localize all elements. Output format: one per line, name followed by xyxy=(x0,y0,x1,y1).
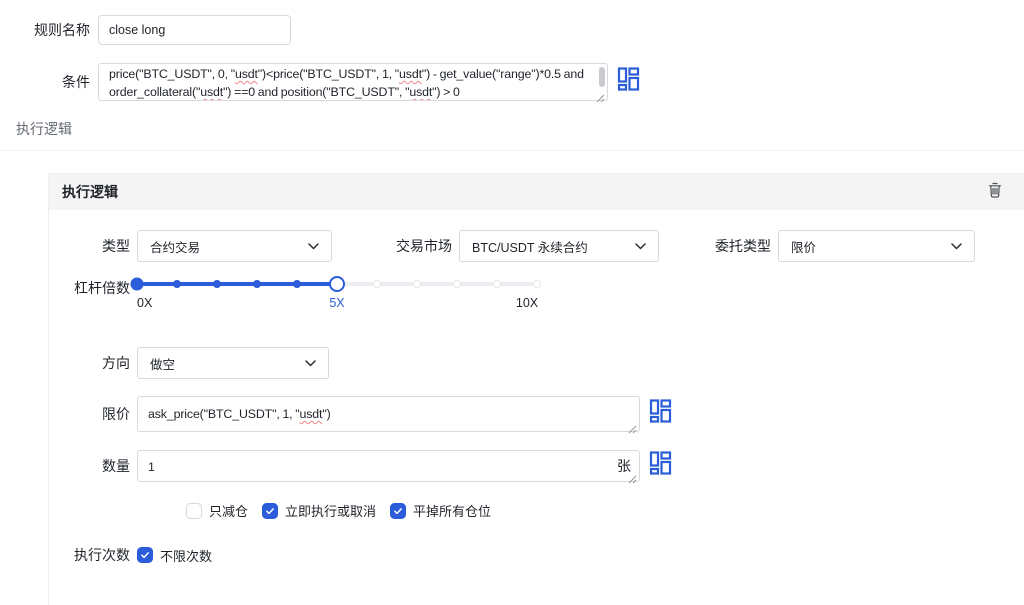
resize-grip-icon[interactable] xyxy=(628,471,637,484)
rule-form: 规则名称 条件 price("BTC_USDT", 0, "usdt")<pri… xyxy=(0,0,1024,151)
leverage-min-label: 0X xyxy=(137,296,153,310)
rule-name-label: 规则名称 xyxy=(34,22,90,38)
execution-logic-section-label: 执行逻辑 xyxy=(16,121,72,137)
limit-price-label: 限价 xyxy=(102,406,130,422)
delete-card-button[interactable] xyxy=(988,182,1002,203)
slider-mark xyxy=(413,280,421,288)
leverage-slider[interactable]: 0X 5X 10X xyxy=(130,274,541,318)
card-header: 执行逻辑 xyxy=(49,174,1024,210)
type-label: 类型 xyxy=(102,238,130,254)
blocks-icon xyxy=(649,451,672,481)
slider-mark xyxy=(453,280,461,288)
divider xyxy=(0,150,1024,151)
quantity-text: 1 xyxy=(148,460,155,474)
slider-mark xyxy=(373,280,381,288)
chevron-down-icon xyxy=(305,359,316,367)
order-type-label: 委托类型 xyxy=(715,238,771,254)
trash-icon xyxy=(988,182,1002,203)
quantity-label: 数量 xyxy=(102,458,130,474)
leverage-current-label: 5X xyxy=(329,296,345,310)
slider-mark xyxy=(293,280,301,288)
condition-input[interactable]: price("BTC_USDT", 0, "usdt")<price("BTC_… xyxy=(98,63,608,103)
exec-count-label: 执行次数 xyxy=(74,547,130,563)
slider-mark xyxy=(253,280,261,288)
checkbox-unlimited-times[interactable]: 不限次数 xyxy=(137,546,212,565)
quantity-row: 数量 1 张 xyxy=(49,450,1024,484)
blocks-icon xyxy=(649,399,672,429)
checkbox-ioc[interactable]: 立即执行或取消 xyxy=(262,501,376,520)
checkbox-close-all-positions[interactable]: 平掉所有仓位 xyxy=(390,501,491,520)
condition-blocks-button[interactable] xyxy=(617,67,640,97)
direction-label: 方向 xyxy=(102,355,130,371)
type-select[interactable]: 合约交易 xyxy=(137,230,332,262)
scrollbar-thumb[interactable] xyxy=(599,67,605,87)
checkbox-icon[interactable] xyxy=(186,502,202,519)
quantity-input[interactable]: 1 张 xyxy=(137,450,640,484)
chevron-down-icon xyxy=(951,242,962,250)
market-select[interactable]: BTC/USDT 永续合约 xyxy=(459,230,659,262)
slider-mark xyxy=(213,280,221,288)
order-type-select[interactable]: 限价 xyxy=(778,230,975,262)
limit-price-row: 限价 ask_price("BTC_USDT", 1, "usdt") xyxy=(49,396,1024,434)
limit-price-blocks-button[interactable] xyxy=(649,399,672,429)
slider-mark xyxy=(130,277,144,291)
leverage-label: 杠杆倍数 xyxy=(74,280,130,296)
card-body: 类型 合约交易 交易市场 BTC/USDT 永续合约 委托类型 限价 杠杆倍数 … xyxy=(49,230,1024,605)
chevron-down-icon xyxy=(308,242,319,250)
condition-text: price("BTC_USDT", 0, "usdt")<price("BTC_… xyxy=(109,67,587,99)
card-title: 执行逻辑 xyxy=(62,184,118,200)
direction-select[interactable]: 做空 xyxy=(137,347,329,379)
limit-price-input[interactable]: ask_price("BTC_USDT", 1, "usdt") xyxy=(137,396,640,434)
slider-mark xyxy=(493,280,501,288)
chevron-down-icon xyxy=(635,242,646,250)
exec-count-row: 执行次数 不限次数 xyxy=(49,545,1024,565)
condition-row: 条件 price("BTC_USDT", 0, "usdt")<price("B… xyxy=(0,63,1024,103)
rule-name-row: 规则名称 xyxy=(0,15,1024,45)
direction-row: 方向 做空 xyxy=(49,347,1024,379)
checkbox-icon[interactable] xyxy=(262,502,279,519)
resize-grip-icon[interactable] xyxy=(596,90,605,103)
rule-name-input[interactable] xyxy=(98,15,291,45)
leverage-row: 杠杆倍数 0X 5X 10X xyxy=(49,274,1024,318)
leverage-slider-track[interactable] xyxy=(130,276,541,292)
market-label: 交易市场 xyxy=(396,238,452,254)
condition-label: 条件 xyxy=(62,74,90,90)
resize-grip-icon[interactable] xyxy=(628,421,637,434)
leverage-max-label: 10X xyxy=(515,296,539,310)
checkbox-icon[interactable] xyxy=(137,547,153,563)
execution-logic-card: 执行逻辑 类型 合约交易 交易市场 BTC/USDT 永续合约 委托类型 限价 … xyxy=(48,173,1024,605)
selects-row: 类型 合约交易 交易市场 BTC/USDT 永续合约 委托类型 限价 xyxy=(49,230,1024,262)
limit-price-text: ask_price("BTC_USDT", 1, "usdt") xyxy=(148,407,331,421)
checkbox-reduce-only[interactable]: 只减仓 xyxy=(186,501,248,520)
slider-mark xyxy=(533,280,541,288)
slider-handle[interactable] xyxy=(329,276,345,292)
blocks-icon xyxy=(617,67,640,97)
checkbox-icon[interactable] xyxy=(390,502,407,519)
quantity-blocks-button[interactable] xyxy=(649,451,672,481)
order-options-row: 只减仓 立即执行或取消 平掉所有仓位 xyxy=(49,501,1024,520)
slider-mark xyxy=(173,280,181,288)
